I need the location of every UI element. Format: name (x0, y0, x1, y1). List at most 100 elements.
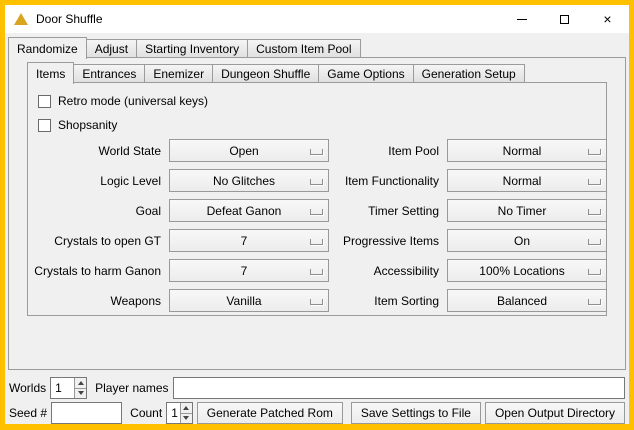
window-frame: Door Shuffle × Randomize Adjust Starting… (0, 0, 634, 430)
retro-mode-checkbox[interactable]: Retro mode (universal keys) (38, 93, 208, 109)
seed-input[interactable] (51, 402, 122, 424)
shopsanity-checkbox-label: Shopsanity (58, 118, 117, 132)
dropdown-indicator-icon (588, 299, 601, 305)
item-functionality-value: Normal (503, 174, 552, 188)
weapons-value: Vanilla (226, 294, 271, 308)
worlds-spin-arrows (74, 378, 86, 398)
accessibility-value: 100% Locations (479, 264, 574, 278)
count-spin-arrows (180, 403, 192, 423)
crystals-gt-label: Crystals to open GT (29, 234, 161, 248)
weapons-dropdown[interactable]: Vanilla (169, 289, 329, 312)
seed-label: Seed # (9, 406, 47, 420)
randomize-pane: Items Entrances Enemizer Dungeon Shuffle… (8, 57, 626, 370)
world-state-dropdown[interactable]: Open (169, 139, 329, 162)
arrow-down-icon (78, 391, 84, 395)
dropdown-indicator-icon (310, 269, 323, 275)
crystals-gt-dropdown[interactable]: 7 (169, 229, 329, 252)
close-icon: × (603, 12, 611, 26)
shopsanity-checkbox-box[interactable] (38, 119, 51, 132)
dropdown-indicator-icon (588, 179, 601, 185)
maximize-icon (560, 15, 569, 24)
window-content: Randomize Adjust Starting Inventory Cust… (5, 33, 629, 424)
options-grid: World State Open Item Pool Normal Logic … (29, 139, 607, 312)
tab-randomize[interactable]: Randomize (8, 37, 87, 59)
tab-generation-setup[interactable]: Generation Setup (413, 64, 525, 82)
dropdown-indicator-icon (588, 239, 601, 245)
item-sorting-value: Balanced (497, 294, 557, 308)
worlds-spin-up-button[interactable] (75, 378, 86, 389)
accessibility-label: Accessibility (337, 264, 439, 278)
worlds-spin-down-button[interactable] (75, 389, 86, 399)
dropdown-indicator-icon (310, 149, 323, 155)
open-output-directory-button[interactable]: Open Output Directory (485, 402, 625, 424)
count-spin-up-button[interactable] (181, 403, 192, 414)
timer-setting-value: No Timer (498, 204, 557, 218)
dropdown-indicator-icon (588, 269, 601, 275)
goal-dropdown[interactable]: Defeat Ganon (169, 199, 329, 222)
weapons-label: Weapons (29, 294, 161, 308)
item-functionality-label: Item Functionality (337, 174, 439, 188)
shopsanity-checkbox[interactable]: Shopsanity (38, 117, 117, 133)
crystals-ganon-dropdown[interactable]: 7 (169, 259, 329, 282)
progressive-items-value: On (514, 234, 540, 248)
dropdown-indicator-icon (310, 299, 323, 305)
titlebar-buttons: × (500, 5, 629, 33)
worlds-spinbox-input[interactable]: 1 (51, 378, 74, 398)
goal-value: Defeat Ganon (207, 204, 292, 218)
crystals-ganon-label: Crystals to harm Ganon (29, 264, 161, 278)
player-names-label: Player names (95, 381, 168, 395)
worlds-label: Worlds (9, 381, 46, 395)
timer-setting-dropdown[interactable]: No Timer (447, 199, 607, 222)
close-button[interactable]: × (586, 5, 629, 33)
count-label: Count (130, 406, 162, 420)
save-settings-button[interactable]: Save Settings to File (351, 402, 481, 424)
seed-row: Seed # Count 1 Generate Patched Rom Save… (9, 402, 625, 424)
timer-setting-label: Timer Setting (337, 204, 439, 218)
dropdown-indicator-icon (588, 149, 601, 155)
logic-level-dropdown[interactable]: No Glitches (169, 169, 329, 192)
accessibility-dropdown[interactable]: 100% Locations (447, 259, 607, 282)
main-tab-bar: Randomize Adjust Starting Inventory Cust… (8, 36, 360, 57)
count-spinbox[interactable]: 1 (166, 402, 193, 424)
count-spinbox-input[interactable]: 1 (167, 403, 180, 423)
titlebar: Door Shuffle × (5, 5, 629, 33)
player-names-input[interactable] (173, 377, 626, 399)
dropdown-indicator-icon (310, 209, 323, 215)
minimize-icon (517, 19, 527, 20)
minimize-button[interactable] (500, 5, 543, 33)
tab-starting-inventory[interactable]: Starting Inventory (136, 39, 248, 57)
app-icon (14, 13, 28, 25)
worlds-row: Worlds 1 Player names (9, 377, 625, 399)
world-state-value: Open (229, 144, 268, 158)
tab-dungeon-shuffle[interactable]: Dungeon Shuffle (212, 64, 319, 82)
item-functionality-dropdown[interactable]: Normal (447, 169, 607, 192)
worlds-spinbox[interactable]: 1 (50, 377, 87, 399)
tab-enemizer[interactable]: Enemizer (144, 64, 213, 82)
tab-custom-item-pool[interactable]: Custom Item Pool (247, 39, 360, 57)
logic-level-value: No Glitches (213, 174, 285, 188)
window-title: Door Shuffle (36, 12, 103, 26)
retro-mode-checkbox-label: Retro mode (universal keys) (58, 94, 208, 108)
maximize-button[interactable] (543, 5, 586, 33)
count-spin-down-button[interactable] (181, 414, 192, 424)
dropdown-indicator-icon (310, 239, 323, 245)
goal-label: Goal (29, 204, 161, 218)
item-pool-label: Item Pool (337, 144, 439, 158)
tab-items[interactable]: Items (27, 62, 74, 84)
crystals-gt-value: 7 (241, 234, 258, 248)
tab-game-options[interactable]: Game Options (318, 64, 413, 82)
generate-patched-rom-button[interactable]: Generate Patched Rom (197, 402, 343, 424)
logic-level-label: Logic Level (29, 174, 161, 188)
progressive-items-dropdown[interactable]: On (447, 229, 607, 252)
crystals-ganon-value: 7 (241, 264, 258, 278)
progressive-items-label: Progressive Items (337, 234, 439, 248)
tab-entrances[interactable]: Entrances (73, 64, 145, 82)
item-sorting-dropdown[interactable]: Balanced (447, 289, 607, 312)
dropdown-indicator-icon (588, 209, 601, 215)
dropdown-indicator-icon (310, 179, 323, 185)
tab-adjust[interactable]: Adjust (86, 39, 137, 57)
item-sorting-label: Item Sorting (337, 294, 439, 308)
item-pool-dropdown[interactable]: Normal (447, 139, 607, 162)
item-pool-value: Normal (503, 144, 552, 158)
retro-mode-checkbox-box[interactable] (38, 95, 51, 108)
